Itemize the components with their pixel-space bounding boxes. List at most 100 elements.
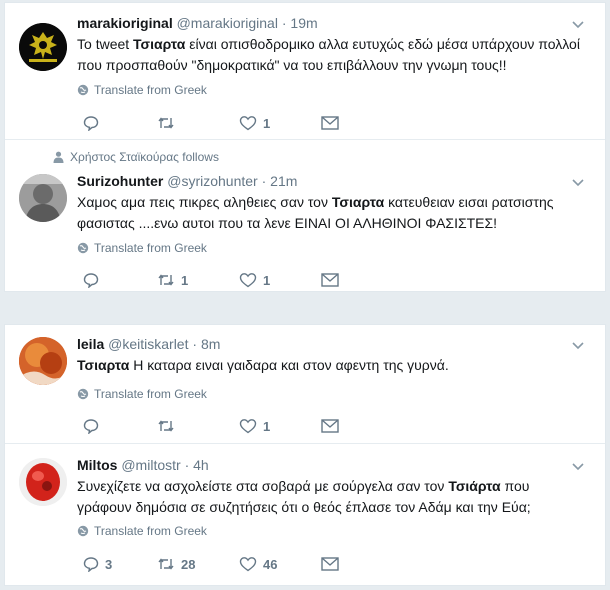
tweet-text: Τσιαρτα Η καταρα ειναι γαιδαρα και στον … <box>77 355 592 376</box>
retweet-icon <box>158 420 174 432</box>
avatar-photo-icon <box>19 458 67 506</box>
avatar[interactable] <box>19 23 67 71</box>
timestamp[interactable]: 8m <box>201 336 220 352</box>
direct-message-button[interactable] <box>321 557 339 571</box>
translate-label: Translate from Greek <box>94 387 207 401</box>
reply-count: 3 <box>105 556 113 572</box>
heart-icon <box>239 116 257 131</box>
tweet-text-before: Το tweet <box>77 36 134 52</box>
person-icon <box>53 151 64 163</box>
tweet-text-mention[interactable]: Τσιαρτα <box>133 36 185 52</box>
reply-icon <box>83 557 99 572</box>
user-handle[interactable]: @miltostr <box>121 457 180 473</box>
separator-dot: · <box>192 336 198 352</box>
timestamp[interactable]: 19m <box>290 15 317 31</box>
like-count: 1 <box>263 418 271 434</box>
avatar-photo-icon <box>19 337 67 385</box>
retweet-icon <box>158 558 174 570</box>
tweet[interactable]: marakioriginal @marakioriginal · 19m Το … <box>5 3 605 139</box>
display-name[interactable]: leila <box>77 336 104 352</box>
avatar-logo-icon <box>19 23 67 71</box>
like-count: 1 <box>263 272 271 288</box>
globe-icon <box>77 388 89 400</box>
tweet-actions: 1 <box>77 416 377 436</box>
translate-link[interactable]: Translate from Greek <box>77 83 207 97</box>
display-name[interactable]: Surizohunter <box>77 173 163 189</box>
reply-icon <box>83 116 99 131</box>
tweet-text: Χαμος αμα πεις πικρες αληθειες σαν τον Τ… <box>77 192 592 234</box>
separator-dot: · <box>281 15 287 31</box>
timestamp[interactable]: 4h <box>193 457 209 473</box>
tweet-actions: 1 1 <box>77 270 377 290</box>
tweet[interactable]: Χρήστος Σταϊκούρας follows Surizohunter … <box>5 139 605 291</box>
like-button[interactable]: 1 <box>239 115 270 131</box>
translate-link[interactable]: Translate from Greek <box>77 524 207 538</box>
tweet[interactable]: Miltos @miltostr · 4h Συνεχίζετε να ασχο… <box>5 443 605 585</box>
user-handle[interactable]: @syrizohunter <box>167 173 257 189</box>
translate-label: Translate from Greek <box>94 83 207 97</box>
reply-button[interactable]: 3 <box>83 556 112 572</box>
timestamp[interactable]: 21m <box>270 173 297 189</box>
tweet[interactable]: leila @keitiskarlet · 8m Τσιαρτα Η καταρ… <box>5 325 605 443</box>
translate-label: Translate from Greek <box>94 241 207 255</box>
like-count: 1 <box>263 115 271 131</box>
tweet-text: Συνεχίζετε να ασχολείστε στα σοβαρά με σ… <box>77 476 577 518</box>
display-name[interactable]: Miltos <box>77 457 117 473</box>
tweet-actions: 1 <box>77 113 377 133</box>
reply-icon <box>83 419 99 434</box>
reply-button[interactable] <box>83 115 105 131</box>
retweet-button[interactable]: 28 <box>157 556 195 572</box>
like-button[interactable]: 46 <box>239 556 277 572</box>
envelope-icon <box>321 273 339 287</box>
direct-message-button[interactable] <box>321 116 339 130</box>
user-handle[interactable]: @keitiskarlet <box>108 336 188 352</box>
like-button[interactable]: 1 <box>239 272 270 288</box>
heart-icon <box>239 557 257 572</box>
timeline-card-1: marakioriginal @marakioriginal · 19m Το … <box>4 2 606 292</box>
translate-label: Translate from Greek <box>94 524 207 538</box>
user-handle[interactable]: @marakioriginal <box>177 15 278 31</box>
like-count: 46 <box>263 556 278 572</box>
follows-label: Χρήστος Σταϊκούρας follows <box>70 150 219 164</box>
direct-message-button[interactable] <box>321 273 339 287</box>
chevron-down-icon[interactable] <box>571 459 585 473</box>
avatar-photo-icon <box>19 174 67 222</box>
retweet-icon <box>158 117 174 129</box>
retweet-button[interactable] <box>157 418 181 434</box>
display-name[interactable]: marakioriginal <box>77 15 173 31</box>
translate-link[interactable]: Translate from Greek <box>77 387 207 401</box>
translate-link[interactable]: Translate from Greek <box>77 241 207 255</box>
separator-dot: · <box>184 457 190 473</box>
direct-message-button[interactable] <box>321 419 339 433</box>
chevron-down-icon[interactable] <box>571 175 585 189</box>
tweet-text-mention[interactable]: Τσιαρτα <box>332 194 384 210</box>
envelope-icon <box>321 557 339 571</box>
retweet-button[interactable] <box>157 115 181 131</box>
envelope-icon <box>321 419 339 433</box>
separator-dot: · <box>261 173 267 189</box>
retweet-button[interactable]: 1 <box>157 272 188 288</box>
globe-icon <box>77 525 89 537</box>
avatar[interactable] <box>19 458 67 506</box>
chevron-down-icon[interactable] <box>571 338 585 352</box>
tweet-actions: 3 28 46 <box>77 554 377 574</box>
avatar[interactable] <box>19 337 67 385</box>
retweet-icon <box>158 274 174 286</box>
reply-button[interactable] <box>83 272 105 288</box>
retweet-count: 28 <box>181 556 196 572</box>
social-context: Χρήστος Σταϊκούρας follows <box>53 150 219 164</box>
tweet-text-mention[interactable]: Τσιάρτα <box>448 478 500 494</box>
envelope-icon <box>321 116 339 130</box>
chevron-down-icon[interactable] <box>571 17 585 31</box>
timeline-card-2: leila @keitiskarlet · 8m Τσιαρτα Η καταρ… <box>4 324 606 586</box>
avatar[interactable] <box>19 174 67 222</box>
like-button[interactable]: 1 <box>239 418 270 434</box>
tweet-text-mention[interactable]: Τσιαρτα <box>77 357 129 373</box>
retweet-count: 1 <box>181 272 189 288</box>
reply-button[interactable] <box>83 418 105 434</box>
tweet-header: marakioriginal @marakioriginal · 19m <box>77 14 318 32</box>
heart-icon <box>239 419 257 434</box>
heart-icon <box>239 273 257 288</box>
reply-icon <box>83 273 99 288</box>
globe-icon <box>77 84 89 96</box>
